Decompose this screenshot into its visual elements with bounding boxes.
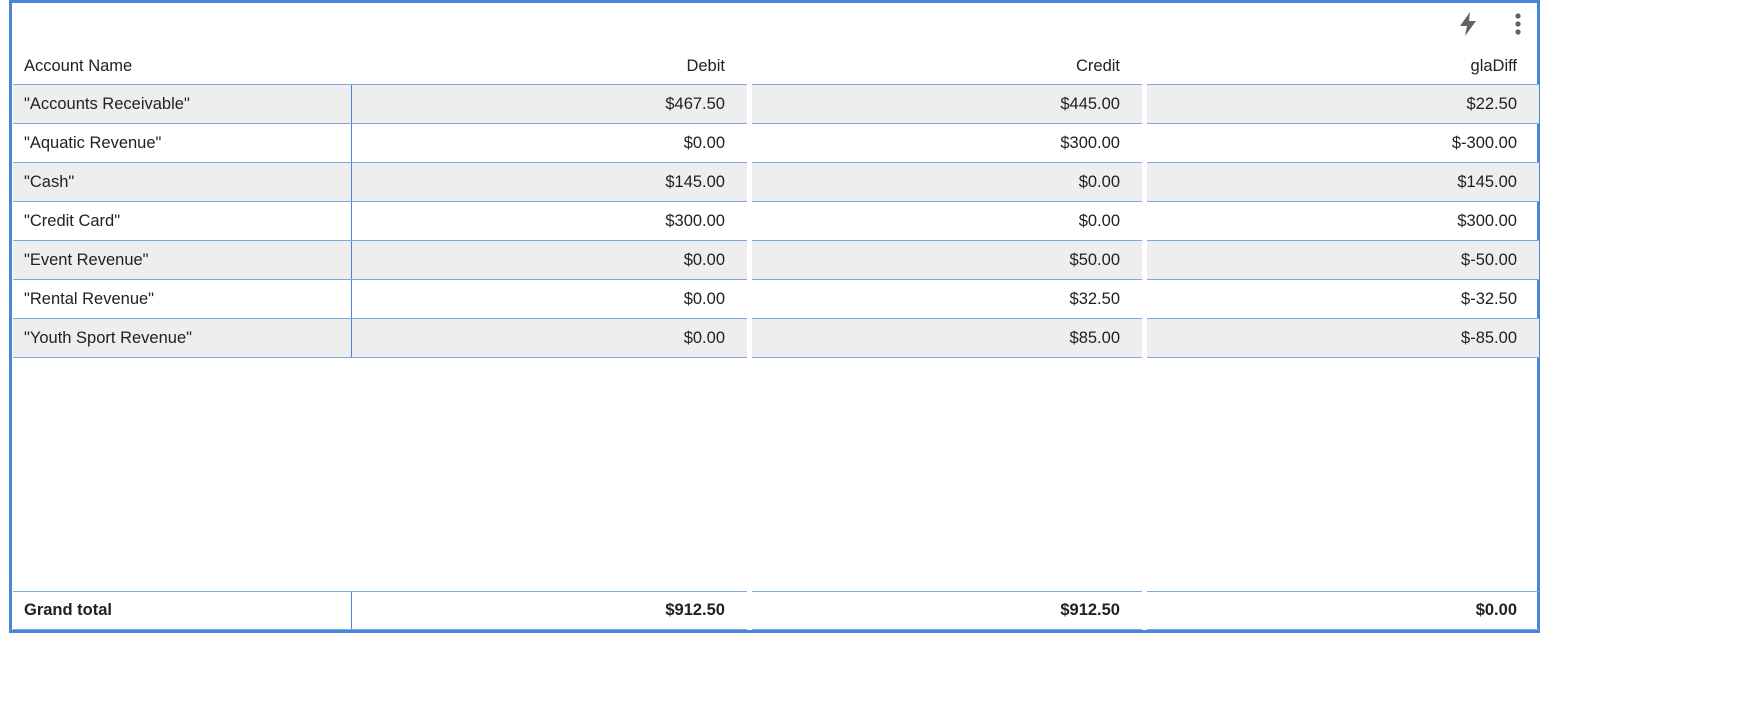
grand-total-gladiff: $0.00	[1475, 601, 1517, 619]
account-name-cell: "Event Revenue"	[13, 241, 352, 280]
account-name-cell: "Accounts Receivable"	[13, 85, 352, 124]
column-header-gladiff[interactable]: glaDiff	[1142, 47, 1539, 85]
grand-total-row: Grand total $912.50 $912.50 $0.00	[13, 591, 1539, 630]
credit-cell: $300.00	[1060, 134, 1120, 152]
credit-cell: $50.00	[1069, 251, 1120, 269]
account-name-cell: "Credit Card"	[13, 202, 352, 241]
table-row: "Accounts Receivable" $467.50 $445.00 $2…	[13, 85, 1539, 124]
account-name-cell: "Rental Revenue"	[13, 280, 352, 319]
table-empty-area	[13, 358, 1539, 591]
debit-cell: $0.00	[683, 329, 725, 347]
debit-cell: $467.50	[665, 95, 725, 113]
column-header-account-name[interactable]: Account Name	[13, 47, 352, 85]
grand-total-credit: $912.50	[1060, 601, 1120, 619]
table-header-row: Account Name Debit Credit glaDiff	[13, 47, 1539, 85]
table-row: "Cash" $145.00 $0.00 $145.00	[13, 163, 1539, 202]
account-name-cell: "Cash"	[13, 163, 352, 202]
gladiff-cell: $-85.00	[1461, 329, 1517, 347]
table-row: "Aquatic Revenue" $0.00 $300.00 $-300.00	[13, 124, 1539, 163]
gladiff-cell: $-300.00	[1451, 134, 1517, 152]
grand-total-label: Grand total	[13, 591, 352, 630]
credit-cell: $32.50	[1069, 290, 1120, 308]
column-header-debit[interactable]: Debit	[352, 47, 747, 85]
table-widget: Account Name Debit Credit glaDiff "Accou…	[9, 0, 1540, 633]
gladiff-cell: $145.00	[1457, 173, 1517, 191]
table-row: "Credit Card" $300.00 $0.00 $300.00	[13, 202, 1539, 241]
account-name-cell: "Youth Sport Revenue"	[13, 319, 352, 358]
lightning-icon	[1460, 12, 1476, 36]
quick-actions-button[interactable]	[1453, 9, 1483, 39]
credit-cell: $0.00	[1078, 173, 1120, 191]
credit-cell: $445.00	[1060, 95, 1120, 113]
more-options-button[interactable]	[1503, 9, 1533, 39]
credit-cell: $0.00	[1078, 212, 1120, 230]
debit-cell: $300.00	[665, 212, 725, 230]
grand-total-debit: $912.50	[665, 601, 725, 619]
gladiff-cell: $300.00	[1457, 212, 1517, 230]
gladiff-cell: $-50.00	[1461, 251, 1517, 269]
widget-toolbar	[1453, 7, 1533, 41]
table-row: "Event Revenue" $0.00 $50.00 $-50.00	[13, 241, 1539, 280]
debit-cell: $0.00	[683, 251, 725, 269]
debit-cell: $0.00	[683, 290, 725, 308]
gladiff-cell: $22.50	[1466, 95, 1517, 113]
table-row: "Rental Revenue" $0.00 $32.50 $-32.50	[13, 280, 1539, 319]
credit-cell: $85.00	[1069, 329, 1120, 347]
gladiff-cell: $-32.50	[1461, 290, 1517, 308]
more-vert-icon	[1515, 13, 1521, 35]
debit-cell: $0.00	[683, 134, 725, 152]
account-name-cell: "Aquatic Revenue"	[13, 124, 352, 163]
debit-cell: $145.00	[665, 173, 725, 191]
column-header-credit[interactable]: Credit	[747, 47, 1142, 85]
data-table: Account Name Debit Credit glaDiff "Accou…	[13, 47, 1539, 630]
table-row: "Youth Sport Revenue" $0.00 $85.00 $-85.…	[13, 319, 1539, 358]
